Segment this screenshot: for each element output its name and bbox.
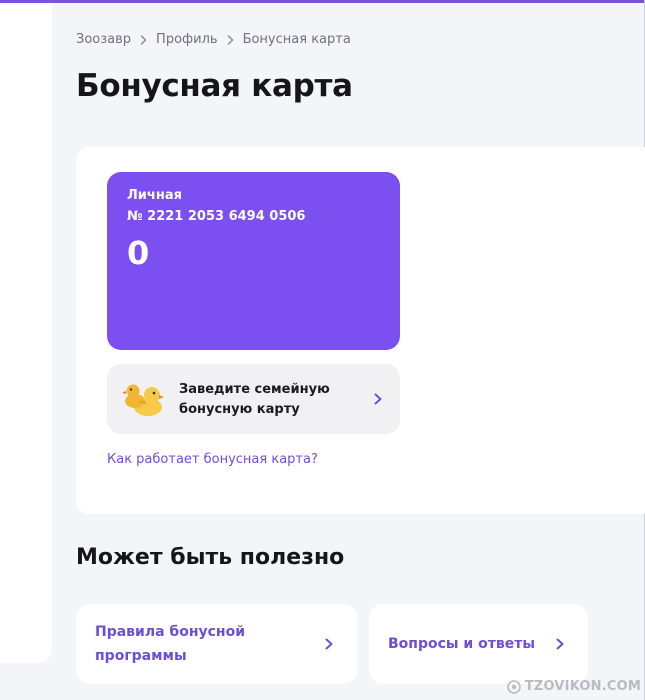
- family-card-banner[interactable]: Заведите семейную бонусную карту: [107, 364, 400, 434]
- left-sidebar-panel: [0, 3, 52, 663]
- breadcrumb-item-current: Бонусная карта: [242, 32, 351, 47]
- faq-card[interactable]: Вопросы и ответы: [369, 604, 588, 684]
- watermark: TZOVIKON.COM: [507, 679, 641, 694]
- bonus-card[interactable]: Личная № 2221 2053 6494 0506 0: [107, 172, 400, 350]
- watermark-logo-icon: [507, 679, 521, 694]
- breadcrumb-separator-icon: [140, 34, 147, 45]
- card-type-label: Личная: [127, 188, 182, 203]
- chevron-right-icon: [374, 393, 382, 405]
- card-balance: 0: [127, 234, 150, 272]
- faq-label: Вопросы и ответы: [388, 636, 535, 652]
- breadcrumb-separator-icon: [227, 34, 233, 45]
- card-number: № 2221 2053 6494 0506: [127, 209, 306, 224]
- useful-section-title: Может быть полезно: [76, 545, 345, 570]
- chevron-right-icon: [556, 638, 564, 650]
- duck-icon: [122, 384, 164, 416]
- chevron-right-icon: [325, 638, 333, 650]
- bonus-rules-card[interactable]: Правила бонусной программы: [76, 604, 357, 684]
- breadcrumb-item-profile[interactable]: Профиль: [156, 32, 218, 47]
- breadcrumb-item-home[interactable]: Зоозавр: [76, 32, 131, 47]
- how-bonus-card-works-link[interactable]: Как работает бонусная карта?: [107, 452, 318, 467]
- family-card-banner-text: Заведите семейную бонусную карту: [179, 382, 330, 417]
- watermark-text: TZOVIKON.COM: [524, 679, 641, 694]
- top-accent-line: [0, 0, 645, 3]
- breadcrumb: Зоозавр Профиль Бонусная карта: [76, 32, 351, 47]
- page-title: Бонусная карта: [76, 68, 353, 104]
- bonus-rules-label: Правила бонусной программы: [95, 624, 246, 664]
